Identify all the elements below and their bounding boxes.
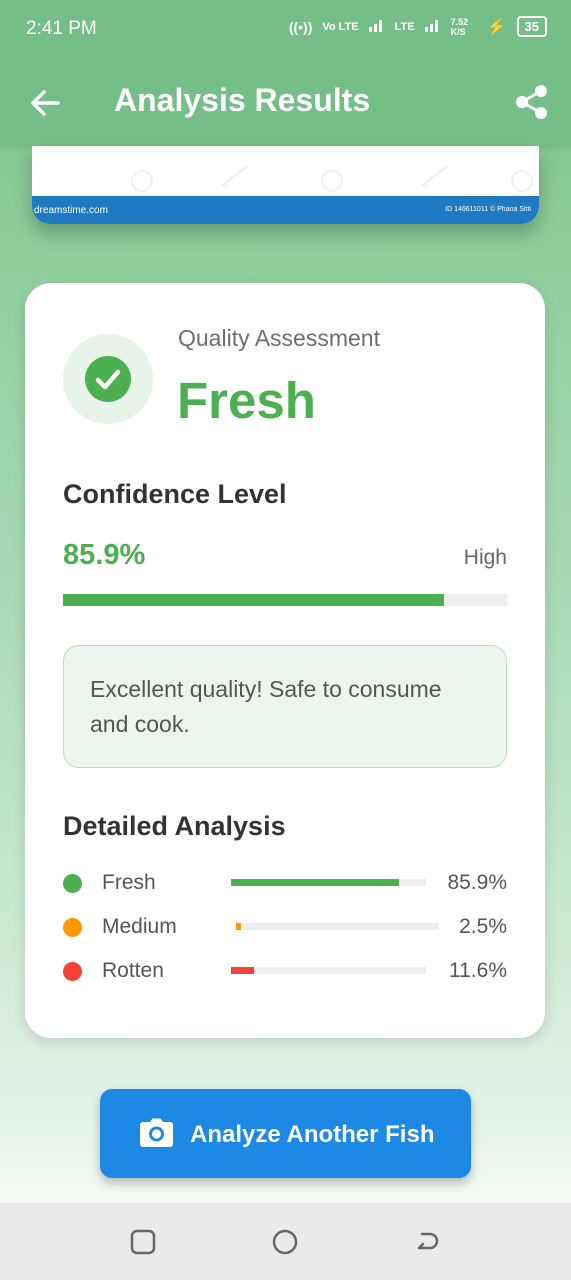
back-arrow-icon[interactable] (28, 86, 62, 120)
hotspot-icon: ((•)) (288, 18, 313, 35)
confidence-progress-bar (63, 594, 507, 606)
fish-image-preview: dreamstime.com ID 146611011 © Phana Sitt… (32, 146, 539, 224)
analyze-another-fish-label: Analyze Another Fish (190, 1121, 435, 1148)
system-nav-bar (0, 1203, 571, 1280)
lte-label: LTE (394, 20, 415, 33)
volte-label: Vo LTE (322, 20, 359, 33)
watermark-brand: dreamstime.com (34, 205, 108, 216)
analysis-row-fresh: Fresh 85.9% (63, 868, 507, 898)
detailed-analysis-title: Detailed Analysis (63, 811, 286, 841)
watermark-id: ID 146611011 © Phana Sitti (445, 206, 531, 213)
fresh-dot-icon (63, 874, 82, 893)
analysis-row-fill (231, 967, 254, 974)
app-bar: Analysis Results (0, 58, 571, 146)
analysis-row-rotten: Rotten 11.6% (63, 956, 507, 986)
analysis-row-percent: 2.5% (459, 915, 507, 938)
battery-icon: 35 (516, 16, 547, 37)
status-icons: ((•)) Vo LTE LTE 7.52 K/S ⚡ 35 (289, 16, 547, 37)
image-watermark-bar: dreamstime.com ID 146611011 © Phana Sitt… (32, 196, 539, 224)
quality-assessment-value: Fresh (177, 372, 316, 429)
confidence-level: High (463, 546, 507, 569)
analysis-row-percent: 11.6% (449, 959, 507, 982)
recent-apps-icon[interactable] (128, 1227, 158, 1257)
analysis-row-bar (231, 879, 426, 886)
status-time: 2:41 PM (26, 18, 97, 39)
result-message: Excellent quality! Safe to consume and c… (90, 676, 442, 737)
result-message-box: Excellent quality! Safe to consume and c… (63, 645, 507, 768)
confidence-value: 85.9% (63, 539, 146, 571)
analysis-row-label: Rotten (102, 959, 164, 982)
rotten-dot-icon (63, 962, 82, 981)
analysis-row-percent: 85.9% (447, 871, 507, 894)
analysis-row-fill (231, 879, 399, 886)
quality-assessment-label: Quality Assessment (178, 325, 380, 351)
charging-icon: ⚡ (486, 18, 507, 36)
analysis-row-label: Medium (102, 915, 177, 938)
analyze-another-fish-button[interactable]: Analyze Another Fish (100, 1089, 471, 1178)
status-bar: 2:41 PM ((•)) Vo LTE LTE 7.52 K/S ⚡ 35 (0, 0, 571, 58)
check-circle-icon (63, 334, 153, 424)
signal-icon-2 (424, 18, 441, 35)
analysis-row-bar (236, 923, 439, 930)
medium-dot-icon (63, 918, 82, 937)
confidence-title: Confidence Level (63, 479, 287, 509)
analysis-row-medium: Medium 2.5% (63, 912, 507, 942)
signal-icon (368, 18, 385, 35)
home-icon[interactable] (270, 1227, 300, 1257)
system-back-icon[interactable] (412, 1227, 442, 1257)
confidence-progress-fill (63, 594, 445, 606)
result-card: Quality Assessment Fresh Confidence Leve… (25, 283, 545, 1038)
analysis-row-bar (231, 967, 426, 974)
network-speed: 7.52 K/S (450, 16, 469, 37)
watermark-pattern (131, 164, 533, 192)
camera-icon (140, 1118, 173, 1148)
share-icon[interactable] (515, 84, 549, 120)
page-title: Analysis Results (114, 82, 371, 118)
analysis-row-fill (236, 923, 242, 930)
analysis-row-label: Fresh (102, 871, 156, 894)
